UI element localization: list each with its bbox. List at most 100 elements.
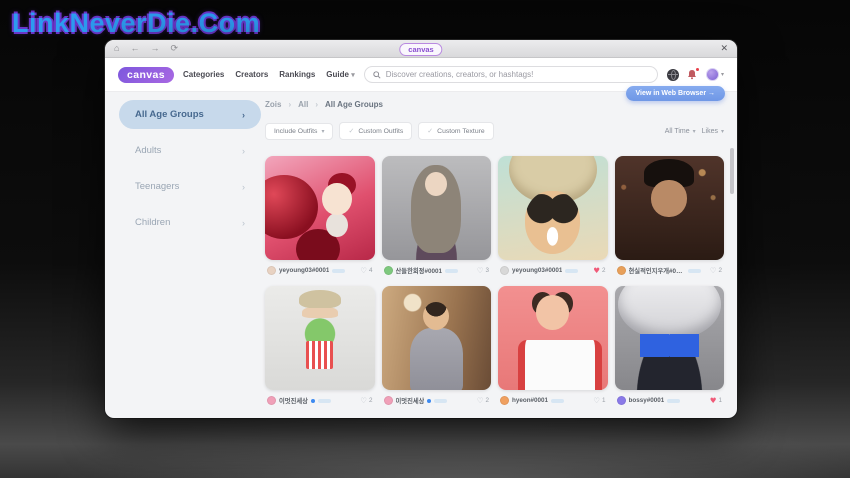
- creator-avatar[interactable]: [267, 266, 276, 275]
- like-count: 2: [485, 397, 489, 404]
- creator-username[interactable]: 이멋진세상: [396, 396, 425, 405]
- search-bar[interactable]: [364, 66, 658, 83]
- breadcrumb-all[interactable]: All: [298, 100, 308, 109]
- heart-icon: ♡: [710, 267, 717, 275]
- like-button[interactable]: ♡ 2: [710, 267, 722, 275]
- creator-avatar[interactable]: [617, 266, 626, 275]
- window-titlebar: ⌂ ← → ⟳ canvas ✕: [105, 40, 737, 58]
- card-grid: yeyoung03#0001 ♡ 4 산들한회정#0001 ♡ 3 yeyoun…: [265, 156, 724, 408]
- like-count: 1: [602, 397, 606, 404]
- like-button[interactable]: ♡ 2: [360, 397, 372, 405]
- scrollbar-thumb[interactable]: [730, 148, 734, 194]
- creator-username[interactable]: hyeon#0001: [512, 397, 548, 404]
- creator-tag-badge: [688, 269, 701, 273]
- chevron-down-icon: ▾: [721, 71, 724, 78]
- like-button[interactable]: ♡ 3: [477, 267, 489, 275]
- time-range-dropdown[interactable]: All Time ▾: [665, 128, 696, 135]
- home-icon[interactable]: ⌂: [114, 44, 119, 53]
- sidebar-item-label: Adults: [135, 145, 161, 156]
- header-actions: ▾: [667, 68, 724, 81]
- creator-username[interactable]: 이멋진세상: [279, 396, 308, 405]
- creator-avatar[interactable]: [384, 396, 393, 405]
- creation-card: bossy#0001 ♥ 1: [615, 286, 725, 408]
- breadcrumb-separator: ›: [315, 100, 318, 109]
- creation-card: 이멋진세상 ♡ 2: [265, 286, 375, 408]
- forward-icon[interactable]: →: [150, 44, 159, 53]
- creator-username[interactable]: yeyoung03#0001: [279, 267, 329, 274]
- verified-badge-icon: [427, 399, 431, 403]
- like-button[interactable]: ♡ 4: [360, 267, 372, 275]
- verified-badge-icon: [311, 399, 315, 403]
- profile-menu[interactable]: ▾: [706, 68, 724, 81]
- view-in-web-browser-button[interactable]: View in Web Browser →: [626, 86, 726, 101]
- custom-outfits-filter[interactable]: ✓ Custom Outfits: [339, 122, 412, 140]
- creation-card: yeyoung03#0001 ♥ 2: [498, 156, 608, 278]
- creation-thumbnail[interactable]: [265, 286, 375, 390]
- creator-tag-badge: [445, 269, 458, 273]
- nav-guide[interactable]: Guide ▾: [326, 70, 354, 79]
- creation-thumbnail[interactable]: [615, 286, 725, 390]
- nav-categories[interactable]: Categories: [183, 70, 224, 79]
- screen-background: LinkNeverDie.Com ⌂ ← → ⟳ canvas ✕ canvas…: [0, 0, 850, 478]
- close-icon[interactable]: ✕: [720, 43, 728, 54]
- card-footer: yeyoung03#0001 ♥ 2: [498, 263, 608, 278]
- creator-avatar[interactable]: [500, 396, 509, 405]
- breadcrumb-separator: ›: [288, 100, 291, 109]
- creation-thumbnail[interactable]: [498, 286, 608, 390]
- notification-badge: [695, 67, 700, 72]
- sidebar-item-all-age-groups[interactable]: All Age Groups ›: [119, 100, 261, 129]
- creation-thumbnail[interactable]: [615, 156, 725, 260]
- include-outfits-filter[interactable]: Include Outfits ▾: [265, 123, 333, 140]
- creation-card: yeyoung03#0001 ♡ 4: [265, 156, 375, 278]
- creator-avatar[interactable]: [500, 266, 509, 275]
- chevron-down-icon: ▾: [721, 128, 724, 135]
- creator-avatar[interactable]: [267, 396, 276, 405]
- breadcrumb-zois[interactable]: Zois: [265, 100, 281, 109]
- back-icon[interactable]: ←: [130, 44, 139, 53]
- globe-icon[interactable]: [667, 69, 679, 81]
- check-icon: ✓: [427, 127, 433, 135]
- sidebar-item-teenagers[interactable]: Teenagers ›: [119, 172, 261, 201]
- chevron-right-icon: ›: [242, 110, 245, 120]
- chevron-down-icon: ▾: [693, 128, 696, 135]
- like-button[interactable]: ♡ 1: [593, 397, 605, 405]
- creation-thumbnail[interactable]: [498, 156, 608, 260]
- creator-username[interactable]: yeyoung03#0001: [512, 267, 562, 274]
- creator-tag-badge: [434, 399, 447, 403]
- sort-dropdown[interactable]: Likes ▾: [702, 128, 724, 135]
- like-button[interactable]: ♡ 2: [477, 397, 489, 405]
- heart-icon: ♡: [593, 397, 600, 405]
- creator-username[interactable]: 산들한회정#0001: [396, 266, 442, 275]
- creation-thumbnail[interactable]: [265, 156, 375, 260]
- sidebar-item-adults[interactable]: Adults ›: [119, 136, 261, 165]
- like-button[interactable]: ♥ 1: [710, 397, 722, 405]
- like-count: 2: [369, 397, 373, 404]
- creator-username[interactable]: 현실적인지우개#0001: [629, 266, 685, 275]
- sidebar-item-label: Children: [135, 217, 170, 228]
- chevron-down-icon: ▾: [351, 72, 355, 79]
- reload-icon[interactable]: ⟳: [170, 44, 178, 53]
- search-input[interactable]: [386, 70, 649, 79]
- creation-thumbnail[interactable]: [382, 156, 492, 260]
- canvas-logo[interactable]: canvas: [118, 67, 174, 83]
- like-button[interactable]: ♥ 2: [593, 267, 605, 275]
- card-footer: yeyoung03#0001 ♡ 4: [265, 263, 375, 278]
- card-footer: bossy#0001 ♥ 1: [615, 393, 725, 408]
- nav-rankings[interactable]: Rankings: [279, 70, 315, 79]
- heart-icon: ♡: [477, 397, 484, 405]
- creation-card: 산들한회정#0001 ♡ 3: [382, 156, 492, 278]
- nav-creators[interactable]: Creators: [235, 70, 268, 79]
- search-icon: [373, 71, 381, 79]
- creation-card: 현실적인지우개#0001 ♡ 2: [615, 156, 725, 278]
- heart-icon: ♡: [360, 397, 367, 405]
- creator-avatar[interactable]: [384, 266, 393, 275]
- breadcrumb-current: All Age Groups: [325, 100, 383, 109]
- notification-bell-icon[interactable]: [687, 69, 698, 81]
- creator-username[interactable]: bossy#0001: [629, 397, 665, 404]
- content-area: View in Web Browser → All Age Groups › A…: [105, 92, 737, 416]
- creation-thumbnail[interactable]: [382, 286, 492, 390]
- sidebar-item-children[interactable]: Children ›: [119, 208, 261, 237]
- custom-texture-filter[interactable]: ✓ Custom Texture: [418, 122, 493, 140]
- like-count: 4: [369, 267, 373, 274]
- creator-avatar[interactable]: [617, 396, 626, 405]
